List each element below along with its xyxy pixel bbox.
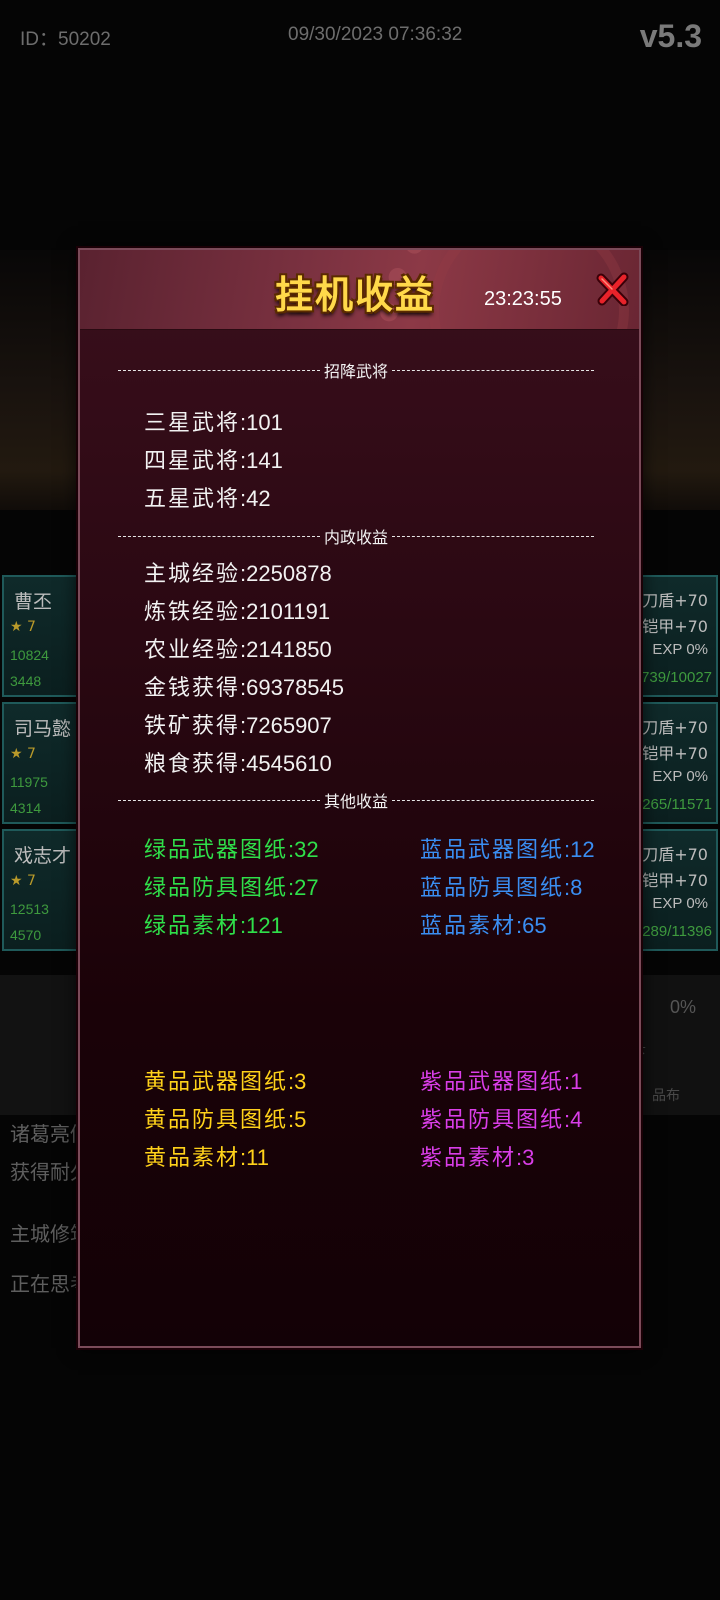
green-material: 绿品素材:121 bbox=[144, 913, 283, 939]
version-label: v5.3 bbox=[639, 18, 702, 54]
yellow-material: 黄品素材:11 bbox=[144, 1145, 269, 1171]
star-level: ★ 7 bbox=[10, 619, 36, 635]
attack-value: 10824 bbox=[10, 647, 49, 663]
domestic-item: 农业经验:2141850 bbox=[144, 637, 332, 663]
section-heading: 招降武将 bbox=[323, 362, 388, 381]
equip-weapon: 刀盾+70 bbox=[642, 718, 708, 737]
dialog-header: 挂机收益 23:23:55 bbox=[80, 250, 639, 330]
section-heading: 其他收益 bbox=[323, 792, 388, 811]
defense-value: 3448 bbox=[10, 673, 42, 689]
equip-armor: 铠甲+70 bbox=[642, 744, 708, 763]
purple-weapon-blueprint: 紫品武器图纸:1 bbox=[420, 1069, 583, 1095]
blue-weapon-blueprint: 蓝品武器图纸:12 bbox=[420, 837, 595, 863]
domestic-item: 主城经验:2250878 bbox=[144, 561, 332, 587]
domestic-item: 炼铁经验:2101191 bbox=[144, 599, 331, 625]
general-card[interactable]: 曹丕 ★ 7 10824 3448 bbox=[2, 575, 80, 697]
exp-progress: 739/10027 bbox=[641, 669, 712, 686]
player-id: ID：50202 bbox=[20, 29, 111, 50]
general-card[interactable]: 司马懿 ★ 7 11975 4314 bbox=[2, 702, 80, 824]
purple-armor-blueprint: 紫品防具图纸:4 bbox=[420, 1107, 583, 1133]
defense-value: 4570 bbox=[10, 927, 42, 943]
attack-value: 11975 bbox=[10, 774, 48, 790]
equip-card[interactable]: 刀盾+70 铠甲+70 EXP 0% 265/11571 bbox=[628, 702, 718, 824]
equip-weapon: 刀盾+70 bbox=[642, 845, 708, 864]
yellow-weapon-blueprint: 黄品武器图纸:3 bbox=[144, 1069, 307, 1095]
recruit-3star: 三星武将:101 bbox=[144, 410, 283, 436]
purple-material: 紫品素材:3 bbox=[420, 1145, 535, 1171]
equip-weapon: 刀盾+70 bbox=[642, 591, 708, 610]
exp-progress: 289/11396 bbox=[642, 923, 712, 940]
city-percent: 0% bbox=[669, 997, 696, 1017]
star-level: ★ 7 bbox=[10, 746, 36, 762]
blue-armor-blueprint: 蓝品防具图纸:8 bbox=[420, 875, 583, 901]
close-icon bbox=[596, 272, 629, 307]
attack-value: 12513 bbox=[10, 901, 49, 917]
general-name: 司马懿 bbox=[14, 718, 72, 740]
close-button[interactable] bbox=[596, 272, 630, 307]
general-card[interactable]: 戏志才 ★ 7 12513 4570 bbox=[2, 829, 80, 951]
equip-armor: 铠甲+70 bbox=[642, 617, 708, 636]
green-weapon-blueprint: 绿品武器图纸:32 bbox=[144, 837, 319, 863]
green-armor-blueprint: 绿品防具图纸:27 bbox=[144, 875, 319, 901]
star-level: ★ 7 bbox=[10, 873, 36, 889]
domestic-item: 铁矿获得:7265907 bbox=[144, 713, 332, 739]
city-row-hint: 品布 bbox=[652, 1088, 680, 1104]
exp-label: EXP 0% bbox=[652, 768, 708, 785]
domestic-item: 金钱获得:69378545 bbox=[144, 675, 345, 701]
dialog-title: 挂机收益 bbox=[275, 272, 436, 317]
recruit-5star: 五星武将:42 bbox=[144, 486, 271, 512]
section-divider-domestic: 内政收益 bbox=[118, 524, 594, 550]
domestic-item: 粮食获得:4545610 bbox=[144, 751, 332, 777]
blue-material: 蓝品素材:65 bbox=[420, 913, 547, 939]
idle-income-dialog: 挂机收益 23:23:55 招降武将 三星武将:101 四星武将:141 五星武… bbox=[78, 248, 641, 1348]
status-bar: ID：50202 09/30/2023 07:36:32 v5.3 bbox=[0, 0, 720, 80]
idle-timer: 23:23:55 bbox=[484, 288, 562, 310]
yellow-armor-blueprint: 黄品防具图纸:5 bbox=[144, 1107, 307, 1133]
general-name: 戏志才 bbox=[14, 845, 72, 867]
section-divider-recruit: 招降武将 bbox=[118, 358, 594, 384]
defense-value: 4314 bbox=[10, 800, 42, 816]
equip-card[interactable]: 刀盾+70 铠甲+70 EXP 0% 289/11396 bbox=[628, 829, 718, 951]
exp-label: EXP 0% bbox=[652, 895, 708, 912]
section-heading: 内政收益 bbox=[323, 528, 388, 547]
exp-label: EXP 0% bbox=[652, 641, 708, 658]
datetime: 09/30/2023 07:36:32 bbox=[288, 24, 463, 45]
recruit-4star: 四星武将:141 bbox=[144, 448, 283, 474]
general-name: 曹丕 bbox=[14, 591, 53, 613]
equip-armor: 铠甲+70 bbox=[642, 871, 708, 890]
equip-card[interactable]: 刀盾+70 铠甲+70 EXP 0% 739/10027 bbox=[628, 575, 718, 697]
section-divider-other: 其他收益 bbox=[118, 788, 594, 814]
exp-progress: 265/11571 bbox=[642, 796, 712, 813]
